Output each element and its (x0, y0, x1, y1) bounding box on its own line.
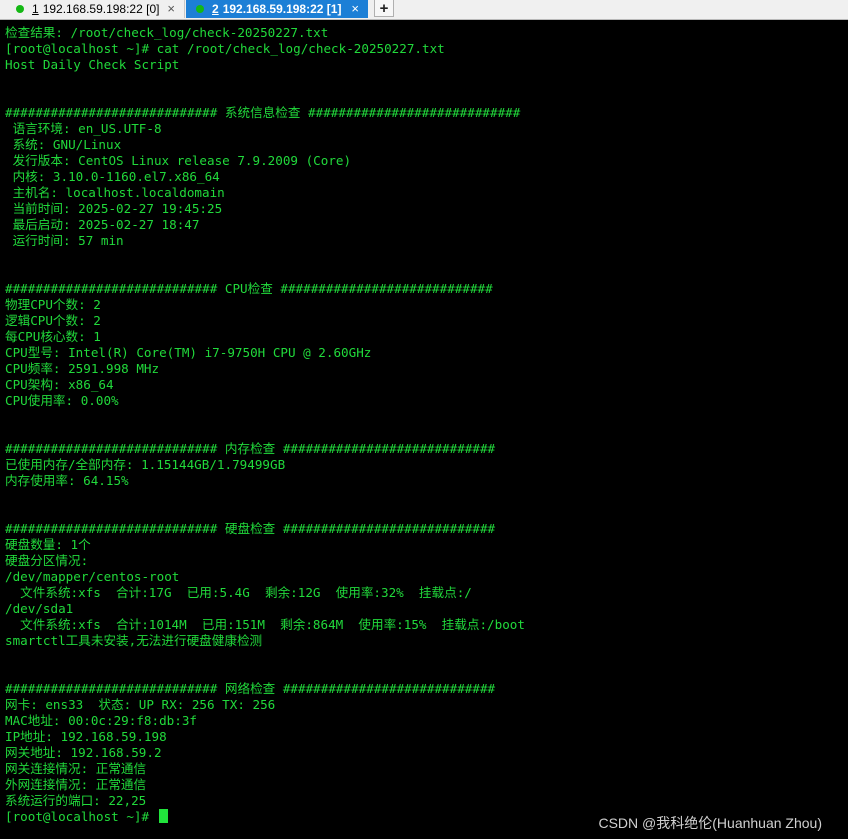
terminal-line: 语言环境: en_US.UTF-8 (5, 121, 162, 136)
close-icon[interactable]: × (351, 1, 359, 17)
terminal-line: IP地址: 192.168.59.198 (5, 729, 167, 744)
terminal-line: ############################ 内存检查 ######… (5, 441, 496, 456)
terminal-line: 网卡: ens33 状态: UP RX: 256 TX: 256 (5, 697, 276, 712)
terminal-line: 硬盘数量: 1个 (5, 537, 91, 552)
terminal-line: CPU使用率: 0.00% (5, 393, 119, 408)
terminal-line: Host Daily Check Script (5, 57, 180, 72)
terminal-line: 网关连接情况: 正常通信 (5, 761, 147, 776)
terminal-line: 外网连接情况: 正常通信 (5, 777, 147, 792)
terminal-line: 文件系统:xfs 合计:17G 已用:5.4G 剩余:12G 使用率:32% 挂… (5, 585, 472, 600)
terminal-line: 每CPU核心数: 1 (5, 329, 101, 344)
terminal-line: 系统运行的端口: 22,25 (5, 793, 147, 808)
terminal-line: 文件系统:xfs 合计:1014M 已用:151M 剩余:864M 使用率:15… (5, 617, 525, 632)
terminal-line: [root@localhost ~]# cat /root/check_log/… (5, 41, 445, 56)
terminal-line: MAC地址: 00:0c:29:f8:db:3f (5, 713, 197, 728)
terminal-line: 硬盘分区情况: (5, 553, 89, 568)
terminal-line: 运行时间: 57 min (5, 233, 124, 248)
terminal-line: 逻辑CPU个数: 2 (5, 313, 101, 328)
tab-label: 192.168.59.198:22 [1] (222, 2, 342, 16)
terminal-line: CPU频率: 2591.998 MHz (5, 361, 160, 376)
tab-bar: 1 192.168.59.198:22 [0] × 2 192.168.59.1… (0, 0, 848, 20)
new-tab-button[interactable]: + (374, 0, 394, 17)
terminal-line: CPU架构: x86_64 (5, 377, 114, 392)
terminal-line: /dev/sda1 (5, 601, 74, 616)
close-icon[interactable]: × (167, 1, 175, 17)
terminal-line: 网关地址: 192.168.59.2 (5, 745, 162, 760)
terminal-line: 内存使用率: 64.15% (5, 473, 129, 488)
terminal-line: /dev/mapper/centos-root (5, 569, 180, 584)
tab-session-1[interactable]: 1 192.168.59.198:22 [0] × (0, 0, 185, 18)
terminal-line: 主机名: localhost.localdomain (5, 185, 225, 200)
terminal-line: 内核: 3.10.0-1160.el7.x86_64 (5, 169, 220, 184)
shell-prompt: [root@localhost ~]# (5, 809, 168, 825)
connected-status-icon (16, 5, 24, 13)
tab-session-2[interactable]: 2 192.168.59.198:22 [1] × (186, 0, 368, 18)
tab-number: 2 (212, 2, 219, 16)
terminal-line: 当前时间: 2025-02-27 19:45:25 (5, 201, 223, 216)
terminal-line: 发行版本: CentOS Linux release 7.9.2009 (Cor… (5, 153, 352, 168)
tab-number: 1 (32, 2, 39, 16)
terminal-line: 最后启动: 2025-02-27 18:47 (5, 217, 200, 232)
terminal-line: 系统: GNU/Linux (5, 137, 122, 152)
terminal-line: 已使用内存/全部内存: 1.15144GB/1.79499GB (5, 457, 286, 472)
terminal-line: 物理CPU个数: 2 (5, 297, 101, 312)
terminal-output[interactable]: 检查结果: /root/check_log/check-20250227.txt… (0, 20, 848, 839)
terminal-line: CPU型号: Intel(R) Core(TM) i7-9750H CPU @ … (5, 345, 372, 360)
terminal-line: ############################ 网络检查 ######… (5, 681, 496, 696)
watermark: CSDN @我科绝伦(Huanhuan Zhou) (598, 815, 822, 831)
tab-label: 192.168.59.198:22 [0] (42, 2, 160, 16)
connected-status-icon (196, 5, 204, 13)
terminal-line: smartctl工具未安装,无法进行硬盘健康检测 (5, 633, 263, 648)
terminal-line: ############################ CPU检查 #####… (5, 281, 493, 296)
terminal-line: ############################ 系统信息检查 ####… (5, 105, 521, 120)
terminal-line: 检查结果: /root/check_log/check-20250227.txt (5, 25, 329, 40)
terminal-line: ############################ 硬盘检查 ######… (5, 521, 496, 536)
text-cursor (158, 809, 168, 823)
